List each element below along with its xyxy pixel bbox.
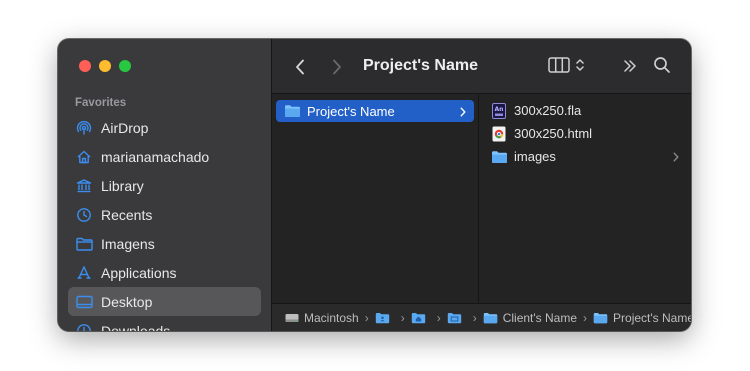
sidebar-item-label: Downloads	[101, 322, 171, 332]
crumb-label: Client's Name	[502, 310, 578, 325]
sidebar-item-library[interactable]: Library	[68, 171, 261, 200]
column-1: Project's Name	[272, 94, 479, 304]
list-item[interactable]: An 300x250.fla	[483, 99, 687, 122]
folder-icon	[75, 235, 93, 253]
disk-icon	[285, 312, 299, 324]
chevron-double-right-icon	[624, 60, 636, 72]
sidebar-item-home[interactable]: marianamachado	[68, 142, 261, 171]
columns-view-icon	[548, 57, 570, 73]
path-separator: ›	[583, 310, 588, 325]
applications-icon	[75, 264, 93, 282]
item-label: 300x250.fla	[514, 103, 582, 118]
path-bar: Macintosh › › › › Client's Name › Projec…	[272, 303, 691, 331]
item-label: Project's Name	[307, 103, 395, 119]
item-label: images	[514, 149, 556, 164]
path-crumb-macintosh[interactable]: Macintosh	[285, 311, 359, 325]
library-icon	[75, 177, 93, 195]
path-crumb-client[interactable]: Client's Name	[483, 311, 577, 325]
window-title: Project's Name	[363, 57, 478, 74]
forward-button[interactable]	[327, 57, 347, 77]
main-area: Project's Name Project's Name An 300x250…	[272, 39, 691, 331]
user-folder-icon	[375, 312, 390, 324]
sidebar-item-label: AirDrop	[101, 119, 149, 136]
sidebar-item-desktop[interactable]: Desktop	[68, 287, 261, 316]
back-button[interactable]	[290, 57, 310, 77]
path-crumb-project[interactable]: Project's Name	[593, 311, 691, 325]
home-icon	[75, 148, 93, 166]
more-toolbar-button[interactable]	[623, 59, 637, 73]
desktop-icon	[75, 293, 93, 311]
path-separator: ›	[472, 310, 477, 325]
chevron-right-icon	[673, 150, 679, 165]
animate-file-icon: An	[490, 102, 508, 119]
chevron-updown-icon	[576, 59, 584, 71]
chevron-right-icon	[333, 59, 341, 75]
path-crumb-home[interactable]	[411, 312, 431, 324]
folder-icon	[593, 312, 608, 324]
sidebar-list: AirDrop marianamachado Library Recents I…	[68, 113, 261, 331]
item-label: 300x250.html	[514, 126, 593, 141]
path-crumb-desktop[interactable]	[447, 312, 467, 324]
sidebar-item-label: Imagens	[101, 235, 155, 252]
sidebar-item-imagens[interactable]: Imagens	[68, 229, 261, 258]
toolbar: Project's Name	[272, 39, 691, 94]
sidebar-item-airdrop[interactable]: AirDrop	[68, 113, 261, 142]
sidebar-section-title: Favorites	[75, 97, 127, 109]
path-separator: ›	[400, 310, 405, 325]
search-icon	[654, 57, 670, 73]
sidebar-item-label: Library	[101, 177, 144, 194]
sidebar-item-recents[interactable]: Recents	[68, 200, 261, 229]
zoom-button[interactable]	[119, 60, 131, 72]
list-item[interactable]: 300x250.html	[483, 122, 687, 145]
column-2: An 300x250.fla 300x250.html images	[479, 94, 691, 304]
list-item[interactable]: Project's Name	[276, 100, 474, 122]
airdrop-icon	[75, 119, 93, 137]
folder-icon	[490, 149, 508, 165]
sidebar-item-label: marianamachado	[101, 148, 210, 165]
view-mode-button[interactable]	[548, 57, 584, 73]
finder-window: Favorites AirDrop marianamachado Library…	[58, 39, 691, 331]
path-separator: ›	[364, 310, 369, 325]
chrome-html-file-icon	[490, 126, 508, 142]
chevron-left-icon	[296, 59, 304, 75]
search-button[interactable]	[653, 56, 671, 74]
user-folder-icon	[411, 312, 426, 324]
path-crumb-users[interactable]	[375, 312, 395, 324]
desktop-folder-icon	[447, 312, 462, 324]
downloads-icon	[75, 322, 93, 331]
clock-icon	[75, 206, 93, 224]
window-controls	[79, 60, 131, 72]
chevron-right-icon	[460, 105, 466, 120]
sidebar-item-downloads[interactable]: Downloads	[68, 316, 261, 331]
sidebar-item-applications[interactable]: Applications	[68, 258, 261, 287]
path-separator: ›	[436, 310, 441, 325]
sidebar-item-label: Recents	[101, 206, 153, 223]
list-item[interactable]: images	[483, 145, 687, 168]
sidebar-item-label: Applications	[101, 264, 177, 281]
folder-icon	[283, 103, 301, 119]
crumb-label: Macintosh	[304, 310, 359, 325]
sidebar-item-label: Desktop	[101, 293, 153, 310]
crumb-label: Project's Name	[613, 310, 691, 325]
svg-text:An: An	[495, 106, 504, 113]
folder-icon	[483, 312, 498, 324]
close-button[interactable]	[79, 60, 91, 72]
sidebar: Favorites AirDrop marianamachado Library…	[58, 39, 272, 331]
minimize-button[interactable]	[99, 60, 111, 72]
